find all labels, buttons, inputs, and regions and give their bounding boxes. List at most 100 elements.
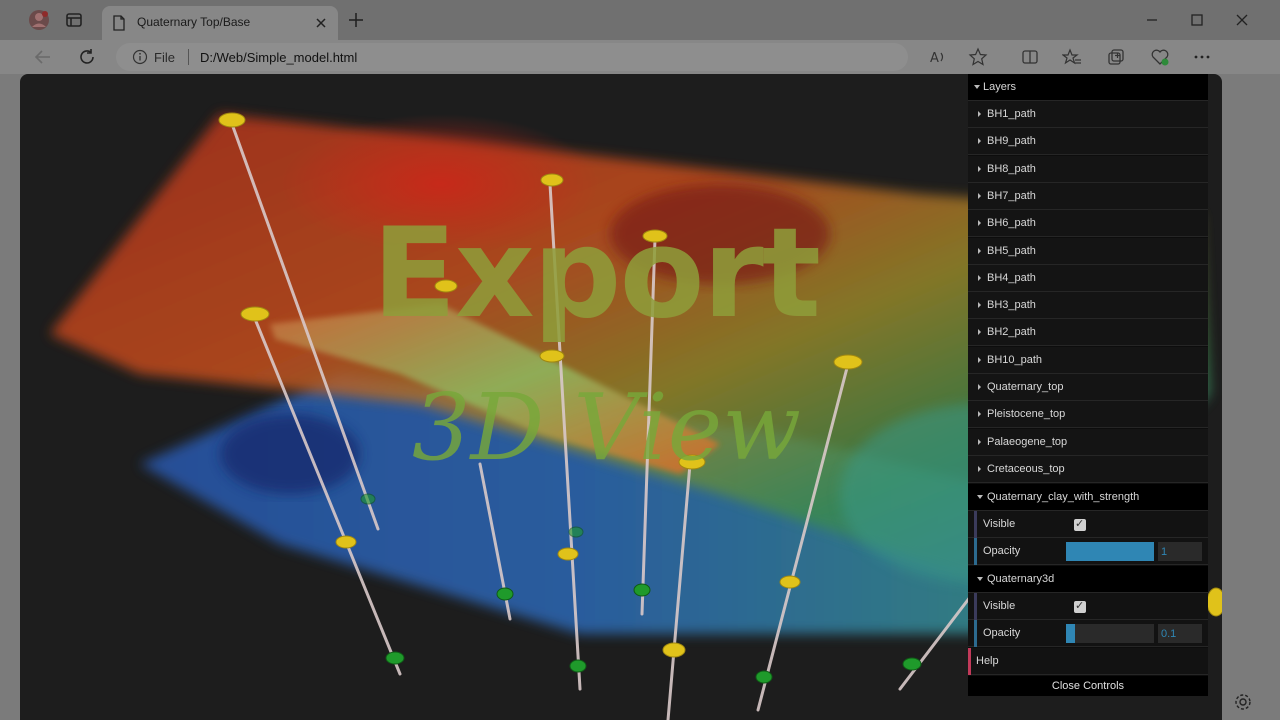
- browser-tab[interactable]: Quaternary Top/Base: [102, 6, 338, 40]
- read-aloud-icon[interactable]: A: [928, 47, 948, 67]
- opacity-slider-fill: [1066, 542, 1154, 561]
- visible-label: Visible: [983, 600, 1016, 612]
- layer-item[interactable]: Cretaceous_top: [968, 455, 1208, 483]
- favorites-icon[interactable]: [1062, 47, 1082, 67]
- layer-label: BH8_path: [987, 162, 1036, 175]
- layer-item[interactable]: BH9_path: [968, 128, 1208, 156]
- caret-right-icon: [978, 274, 981, 281]
- minimize-icon[interactable]: [1140, 8, 1164, 32]
- close-controls-button[interactable]: Close Controls: [968, 676, 1208, 696]
- caret-right-icon: [978, 356, 981, 363]
- layer-item[interactable]: BH7_path: [968, 182, 1208, 210]
- address-divider: [188, 49, 189, 65]
- row-marker: [974, 620, 977, 647]
- new-tab-icon[interactable]: [346, 10, 366, 30]
- layers-title: Layers: [983, 81, 1017, 93]
- opacity-slider[interactable]: [1066, 542, 1154, 561]
- caret-right-icon: [978, 302, 981, 309]
- visible-row: Visible: [968, 511, 1208, 538]
- layer-item[interactable]: Pleistocene_top: [968, 401, 1208, 429]
- favorite-star-icon[interactable]: [968, 47, 988, 67]
- opacity-label: Opacity: [983, 627, 1021, 639]
- row-marker: [974, 511, 977, 538]
- layer-label: Pleistocene_top: [987, 408, 1066, 421]
- caret-right-icon: [978, 192, 981, 199]
- caret-down-icon: [977, 577, 983, 581]
- back-icon[interactable]: [32, 46, 54, 68]
- caret-right-icon: [978, 465, 981, 472]
- opacity-slider-fill: [1066, 624, 1075, 643]
- layer-label: Palaeogene_top: [987, 435, 1068, 448]
- caret-right-icon: [978, 384, 981, 390]
- maximize-icon[interactable]: [1185, 8, 1209, 32]
- layer-label: BH1_path: [987, 108, 1036, 120]
- opacity-input[interactable]: 0.1: [1158, 624, 1202, 643]
- visible-label: Visible: [983, 518, 1016, 530]
- refresh-icon[interactable]: [76, 46, 98, 68]
- folder-title: Quaternary3d: [987, 573, 1055, 585]
- tab-actions-icon[interactable]: [64, 10, 84, 30]
- opacity-slider[interactable]: [1066, 624, 1154, 643]
- profile-icon[interactable]: [28, 9, 50, 31]
- layers-folder-title[interactable]: Layers: [968, 74, 1208, 101]
- more-menu-icon[interactable]: [1192, 47, 1212, 67]
- row-marker: [974, 593, 977, 620]
- caret-down-icon: [977, 495, 983, 499]
- help-row[interactable]: Help: [968, 648, 1208, 675]
- caret-right-icon: [978, 411, 981, 418]
- layer-item[interactable]: BH8_path: [968, 155, 1208, 183]
- caret-right-icon: [978, 438, 981, 445]
- browser-essentials-icon[interactable]: [1150, 47, 1170, 67]
- file-label: File: [154, 50, 175, 65]
- layer-item[interactable]: BH2_path: [968, 319, 1208, 347]
- layer-label: BH7_path: [987, 189, 1036, 202]
- visible-checkbox[interactable]: [1074, 517, 1086, 531]
- layer-label: BH5_path: [987, 244, 1036, 257]
- browser-sidebar: [1222, 74, 1280, 720]
- caret-right-icon: [978, 165, 981, 172]
- browser-toolbar: File D:/Web/Simple_model.html A: [0, 40, 1280, 74]
- caret-right-icon: [978, 111, 981, 117]
- layer-item[interactable]: BH4_path: [968, 264, 1208, 292]
- layer-label: BH2_path: [987, 326, 1036, 339]
- folder-quaternary-clay[interactable]: Quaternary_clay_with_strength: [968, 484, 1208, 511]
- layer-label: Cretaceous_top: [987, 462, 1065, 475]
- layer-label: BH6_path: [987, 217, 1036, 230]
- page-icon: [113, 15, 125, 31]
- address-bar[interactable]: File D:/Web/Simple_model.html: [116, 43, 908, 71]
- opacity-row: Opacity 0.1: [968, 620, 1208, 647]
- visible-row: Visible: [968, 593, 1208, 620]
- folder-quaternary3d[interactable]: Quaternary3d: [968, 566, 1208, 593]
- row-marker: [974, 538, 977, 565]
- caret-right-icon: [978, 220, 981, 227]
- layer-item[interactable]: Quaternary_top: [968, 374, 1208, 401]
- url-text[interactable]: D:/Web/Simple_model.html: [200, 50, 357, 65]
- collections-icon[interactable]: [1106, 47, 1126, 67]
- row-marker: [968, 648, 971, 675]
- layer-item[interactable]: BH1_path: [968, 101, 1208, 128]
- split-screen-icon[interactable]: [1020, 47, 1040, 67]
- close-window-icon[interactable]: [1230, 8, 1254, 32]
- help-label: Help: [976, 655, 999, 667]
- visible-checkbox[interactable]: [1074, 599, 1086, 613]
- layer-item[interactable]: BH6_path: [968, 210, 1208, 238]
- opacity-label: Opacity: [983, 545, 1021, 557]
- opacity-row: Opacity 1: [968, 538, 1208, 565]
- svg-text:A: A: [930, 51, 939, 66]
- tab-title: Quaternary Top/Base: [137, 15, 251, 29]
- close-tab-icon[interactable]: [312, 14, 330, 32]
- folder-title: Quaternary_clay_with_strength: [987, 491, 1140, 503]
- layer-item[interactable]: BH3_path: [968, 292, 1208, 320]
- caret-right-icon: [978, 138, 981, 145]
- layer-label: BH9_path: [987, 135, 1036, 148]
- settings-gear-icon[interactable]: [1233, 692, 1253, 712]
- layer-item[interactable]: BH5_path: [968, 237, 1208, 265]
- layer-item[interactable]: Palaeogene_top: [968, 428, 1208, 456]
- layer-label: BH3_path: [987, 299, 1036, 312]
- layer-label: BH10_path: [987, 353, 1043, 366]
- opacity-input[interactable]: 1: [1158, 542, 1202, 561]
- caret-down-icon: [974, 85, 980, 89]
- layer-control-panel: Layers BH1_path BH9_path BH8_path BH7_path B…: [968, 74, 1208, 696]
- info-icon[interactable]: [132, 49, 148, 65]
- layer-item[interactable]: BH10_path: [968, 346, 1208, 374]
